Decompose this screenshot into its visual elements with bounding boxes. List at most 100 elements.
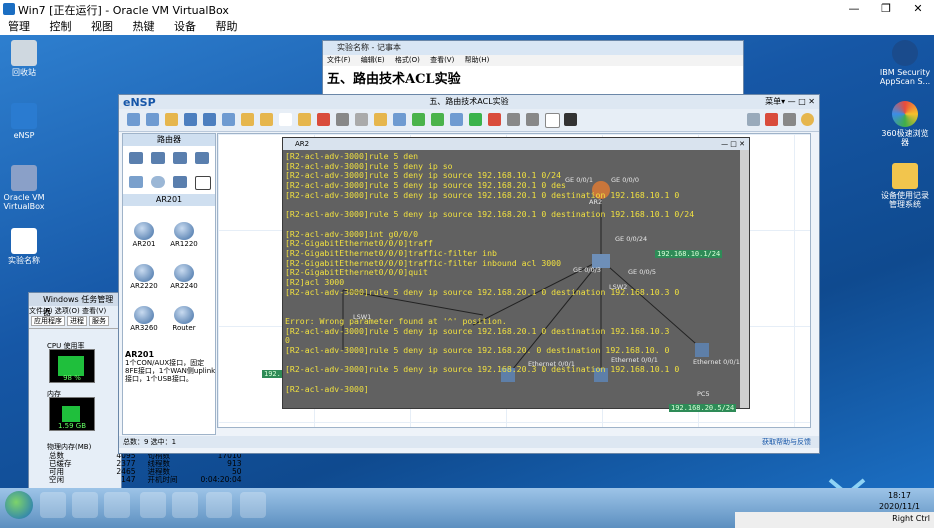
terminal-line: [R2-acl-adv-3000]rule 5 deny ip source 1… xyxy=(285,286,680,297)
minimize-button[interactable]: — xyxy=(838,0,870,18)
shape-icon[interactable] xyxy=(393,113,406,126)
mem-value: 1.59 GB xyxy=(57,422,87,430)
device-ar201[interactable]: AR201 xyxy=(129,222,159,248)
notepad-menu-help[interactable]: 帮助(H) xyxy=(461,56,494,64)
terminal-window-controls[interactable]: — □ ✕ xyxy=(721,138,745,150)
device-router[interactable]: Router xyxy=(169,306,199,332)
ie-icon[interactable] xyxy=(40,492,66,518)
category-router-icon[interactable] xyxy=(129,152,143,164)
display-icon[interactable] xyxy=(545,113,560,128)
menu-manage[interactable]: 管理 xyxy=(0,18,38,35)
ip-tag: 192. xyxy=(262,370,283,378)
screenshot-icon[interactable] xyxy=(564,113,577,126)
tm-menu-options[interactable]: 选项(O) xyxy=(55,307,80,315)
device-ar2240[interactable]: AR2240 xyxy=(169,264,199,290)
tab-processes[interactable]: 进程 xyxy=(67,316,87,326)
terminal-output[interactable]: [R2-acl-adv-3000]rule 5 den [R2-acl-adv-3… xyxy=(285,152,737,404)
notepad-window[interactable]: 实验名称 - 记事本 文件(F) 编辑(E) 格式(O) 查看(V) 帮助(H)… xyxy=(322,40,744,105)
notepad-menu-format[interactable]: 格式(O) xyxy=(391,56,424,64)
notepad-menu-view[interactable]: 查看(V) xyxy=(426,56,458,64)
start-icon[interactable] xyxy=(469,113,482,126)
media-player-icon[interactable] xyxy=(104,492,130,518)
hand-icon[interactable] xyxy=(298,113,311,126)
memory-gauge: 1.59 GB xyxy=(49,397,95,431)
chat-icon[interactable] xyxy=(747,113,760,126)
device-ar1220[interactable]: AR1220 xyxy=(169,222,199,248)
tm-menu-file[interactable]: 文件(F) xyxy=(29,307,53,315)
new-topology-icon[interactable] xyxy=(127,113,140,126)
select-icon[interactable] xyxy=(279,113,292,126)
notepad-menu-edit[interactable]: 编辑(E) xyxy=(357,56,389,64)
system-clock[interactable]: 18:17 2020/11/1 xyxy=(879,490,920,512)
tab-applications[interactable]: 应用程序 xyxy=(31,316,65,326)
print-icon[interactable] xyxy=(222,113,235,126)
capture-icon[interactable] xyxy=(526,113,539,126)
cli-icon[interactable] xyxy=(507,113,520,126)
eraser-icon[interactable] xyxy=(336,113,349,126)
explorer-icon[interactable] xyxy=(72,492,98,518)
menu-devices[interactable]: 设备 xyxy=(166,18,204,35)
tab-services[interactable]: 服务 xyxy=(89,316,109,326)
appscan-shortcut[interactable]: IBM Security AppScan S... xyxy=(879,40,931,86)
device-record-shortcut[interactable]: 设备使用记录管理系统 xyxy=(879,163,931,209)
text-icon[interactable] xyxy=(355,113,368,126)
ensp-shortcut[interactable]: eNSP xyxy=(0,103,48,140)
category-wlan-icon[interactable] xyxy=(173,152,187,164)
vbox-status-bar: Right Ctrl xyxy=(735,512,934,528)
notepad-taskbar-icon[interactable] xyxy=(172,492,198,518)
open-icon[interactable] xyxy=(165,113,178,126)
cpu-value: 98 % xyxy=(63,374,81,382)
tm-menu-view[interactable]: 查看(V) xyxy=(82,307,106,315)
router-icon xyxy=(134,222,154,240)
link-icon[interactable] xyxy=(374,113,387,126)
undo-icon[interactable] xyxy=(241,113,254,126)
fit-icon[interactable] xyxy=(450,113,463,126)
ensp-menu-button[interactable]: 菜单▾ — □ ✕ xyxy=(765,95,815,109)
new-lab-icon[interactable] xyxy=(146,113,159,126)
virtualbox-shortcut[interactable]: Oracle VM VirtualBox xyxy=(0,165,48,211)
category-other-icon[interactable] xyxy=(173,176,187,188)
close-button[interactable]: ✕ xyxy=(902,0,934,18)
lib-header: 路由器 xyxy=(123,134,215,146)
zoom-in-icon[interactable] xyxy=(412,113,425,126)
redo-icon[interactable] xyxy=(260,113,273,126)
terminal-scrollbar[interactable] xyxy=(740,150,749,408)
device-ar2220[interactable]: AR2220 xyxy=(129,264,159,290)
terminal-line: [R2-acl-adv-3000] xyxy=(285,383,369,394)
category-link-icon[interactable] xyxy=(195,176,211,190)
save-as-icon[interactable] xyxy=(203,113,216,126)
recycle-bin-shortcut[interactable]: 回收站 xyxy=(0,40,48,77)
router-icon xyxy=(174,306,194,324)
lib-section: AR201 xyxy=(123,194,215,206)
zoom-out-icon[interactable] xyxy=(431,113,444,126)
settings-icon[interactable] xyxy=(783,113,796,126)
task-manager-taskbar-icon[interactable] xyxy=(206,492,232,518)
help-icon[interactable] xyxy=(801,113,814,126)
ar2-terminal-window[interactable]: AR2 — □ ✕ GE 0/0/1 AR2 GE 0/0/0 GE 0/0/2… xyxy=(282,137,750,412)
360-browser-taskbar-icon[interactable] xyxy=(140,492,166,518)
virtualbox-icon xyxy=(3,3,15,15)
save-icon[interactable] xyxy=(184,113,197,126)
text-file-shortcut[interactable]: 实验名称 xyxy=(0,228,48,265)
menu-help[interactable]: 帮助 xyxy=(208,18,246,35)
menu-control[interactable]: 控制 xyxy=(42,18,80,35)
ensp-taskbar-icon[interactable] xyxy=(240,492,266,518)
category-switch-icon[interactable] xyxy=(151,152,165,164)
category-cloud-icon[interactable] xyxy=(151,176,165,188)
category-pc-icon[interactable] xyxy=(129,176,143,188)
menu-hotkey[interactable]: 热键 xyxy=(125,18,163,35)
notepad-menu-file[interactable]: 文件(F) xyxy=(323,56,355,64)
360-browser-shortcut[interactable]: 360极速浏览器 xyxy=(879,101,931,147)
delete-icon[interactable] xyxy=(317,113,330,126)
menu-view[interactable]: 视图 xyxy=(83,18,121,35)
help-feedback-link[interactable]: 获取帮助与反馈 xyxy=(762,436,811,448)
huawei-icon[interactable] xyxy=(765,113,778,126)
start-button[interactable] xyxy=(5,491,33,519)
category-firewall-icon[interactable] xyxy=(195,152,209,164)
router-icon xyxy=(174,264,194,282)
appscan-icon xyxy=(892,40,918,66)
terminal-line: [R2-acl-adv-3000]rule 5 deny ip source 1… xyxy=(285,364,680,375)
stop-icon[interactable] xyxy=(488,113,501,126)
device-ar3260[interactable]: AR3260 xyxy=(129,306,159,332)
restore-button[interactable]: ❐ xyxy=(870,0,902,18)
